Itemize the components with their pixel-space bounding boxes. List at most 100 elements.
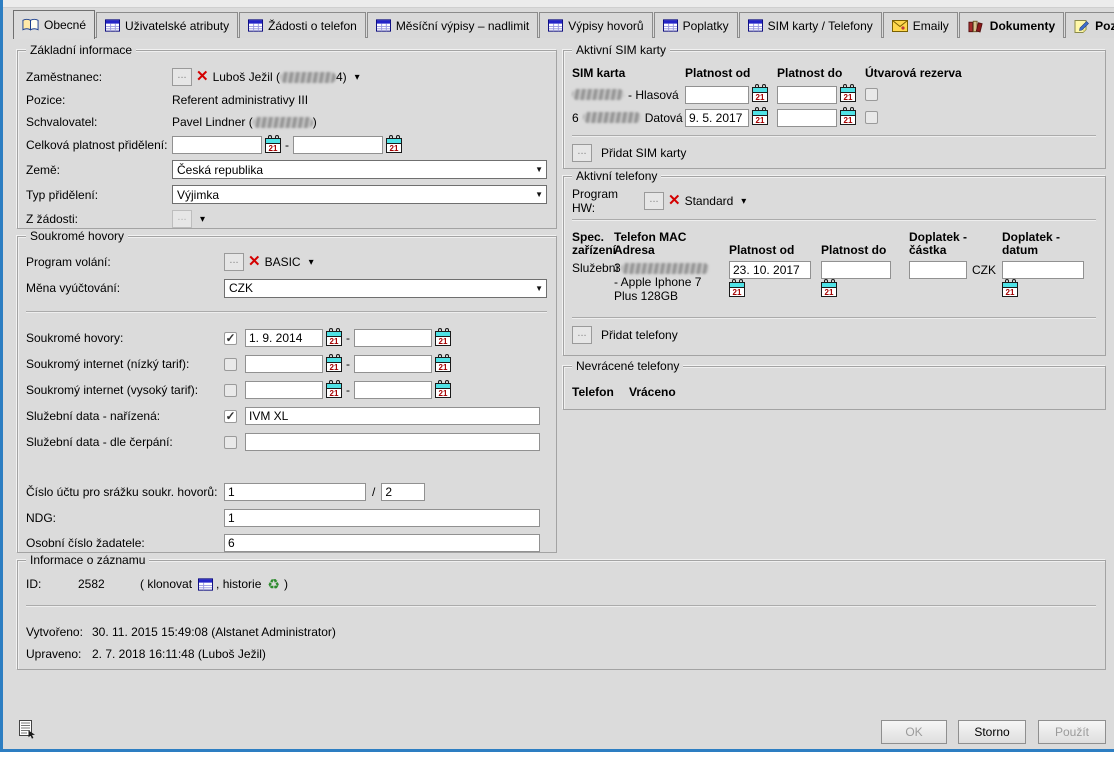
phone-number-prefix: 3 <box>614 261 621 275</box>
data-usage-checkbox[interactable] <box>224 436 237 449</box>
add-sim-button[interactable]: ... <box>572 144 592 162</box>
validity-to-input[interactable] <box>293 136 383 154</box>
ok-button[interactable]: OK <box>881 720 947 744</box>
tab-poznamka[interactable]: Poznámka <box>1065 12 1114 38</box>
tab-emaily[interactable]: Emaily <box>883 12 958 38</box>
private-calls-from-input[interactable] <box>245 329 323 347</box>
remove-employee-icon[interactable]: ✕ <box>196 70 209 84</box>
clone-label[interactable]: ( klonovat <box>140 577 192 591</box>
phone-to-input[interactable] <box>821 261 891 279</box>
private-internet-high-from-input[interactable] <box>245 381 323 399</box>
account-label: Číslo účtu pro srážku soukr. hovorů: <box>26 485 224 499</box>
employee-label: Zaměstnanec: <box>26 70 172 84</box>
tab-label: Měsíční výpisy – nadlimit <box>396 19 529 33</box>
private-calls-label: Soukromé hovory: <box>26 331 224 345</box>
apply-button[interactable]: Použít <box>1038 720 1106 744</box>
calendar-icon[interactable] <box>821 282 837 297</box>
tab-sim-karty-telefony[interactable]: SIM karty / Telefony <box>739 12 882 38</box>
surcharge-date-input[interactable] <box>1002 261 1084 279</box>
calendar-icon[interactable] <box>326 357 342 372</box>
calendar-icon[interactable] <box>386 138 402 153</box>
calendar-icon[interactable] <box>840 110 856 125</box>
tab-zadosti-o-telefon[interactable]: Žádosti o telefon <box>239 12 366 38</box>
calendar-icon[interactable] <box>435 331 451 346</box>
calendar-icon[interactable] <box>752 87 768 102</box>
approver-name: Pavel Lindner ( <box>172 115 253 129</box>
tab-dokumenty[interactable]: Dokumenty <box>959 12 1064 38</box>
sim-to-input[interactable] <box>777 109 837 127</box>
add-phone-label[interactable]: Přidat telefony <box>601 328 678 342</box>
currency-select[interactable]: CZK ▼ <box>224 279 547 298</box>
currency-label: Měna vyúčtování: <box>26 281 224 295</box>
hw-program-dropdown-icon[interactable]: ▾ <box>741 196 746 207</box>
add-sim-label[interactable]: Přidat SIM karty <box>601 146 686 160</box>
calendar-icon[interactable] <box>326 383 342 398</box>
cancel-button[interactable]: Storno <box>958 720 1026 744</box>
calendar-icon[interactable] <box>435 357 451 372</box>
sim-from-input[interactable] <box>685 86 749 104</box>
tab-uzivatelske-atributy[interactable]: Uživatelské atributy <box>96 12 238 38</box>
call-program-browse-button[interactable]: ... <box>224 253 244 271</box>
sim-col-header: Útvarová rezerva <box>865 66 962 80</box>
tab-poplatky[interactable]: Poplatky <box>654 12 738 38</box>
account-number-input[interactable] <box>224 483 366 501</box>
private-internet-low-checkbox[interactable] <box>224 358 237 371</box>
private-internet-low-from-input[interactable] <box>245 355 323 373</box>
private-internet-high-to-input[interactable] <box>354 381 432 399</box>
remove-call-program-icon[interactable]: ✕ <box>248 255 261 269</box>
select-record-icon[interactable] <box>19 720 36 739</box>
calendar-icon[interactable] <box>840 87 856 102</box>
validity-from-input[interactable] <box>172 136 262 154</box>
sim-to-input[interactable] <box>777 86 837 104</box>
sim-col-header: SIM karta <box>572 66 685 80</box>
check-icon: ✓ <box>225 411 235 421</box>
sim-row: - Hlasová <box>572 83 1096 106</box>
redacted-employee-number <box>280 72 336 83</box>
validity-label: Celková platnost přidělení: <box>26 138 172 152</box>
data-mandated-checkbox[interactable]: ✓ <box>224 410 237 423</box>
from-request-dropdown-icon[interactable]: ▾ <box>200 214 205 225</box>
tab-obecne[interactable]: Obecné <box>13 10 95 39</box>
history-label[interactable]: , historie <box>216 577 261 591</box>
calendar-icon[interactable] <box>435 383 451 398</box>
country-select[interactable]: Česká republika ▼ <box>172 160 547 179</box>
top-strip <box>3 0 1114 8</box>
employee-browse-button[interactable]: ... <box>172 68 192 86</box>
data-usage-input[interactable] <box>245 433 540 451</box>
private-calls-to-input[interactable] <box>354 329 432 347</box>
ndg-input[interactable] <box>224 509 540 527</box>
history-icon[interactable]: ♻ <box>267 578 280 591</box>
phone-from-input[interactable] <box>729 261 811 279</box>
check-icon: ✓ <box>225 333 235 343</box>
private-internet-high-checkbox[interactable] <box>224 384 237 397</box>
assignment-type-select[interactable]: Výjimka ▼ <box>172 185 547 204</box>
bank-code-input[interactable] <box>381 483 425 501</box>
updated-label: Upraveno: <box>26 647 92 661</box>
private-calls-checkbox[interactable]: ✓ <box>224 332 237 345</box>
sim-from-input[interactable] <box>685 109 749 127</box>
personal-number-input[interactable] <box>224 534 540 552</box>
tab-mesicni-vypisy-nadlimit[interactable]: Měsíční výpisy – nadlimit <box>367 12 538 38</box>
phone-model-line1: - Apple Iphone 7 <box>614 275 701 289</box>
calendar-icon[interactable] <box>265 138 281 153</box>
employee-dropdown-icon[interactable]: ▾ <box>355 72 360 83</box>
from-request-browse-button[interactable]: ... <box>172 210 192 228</box>
private-internet-low-to-input[interactable] <box>354 355 432 373</box>
calendar-icon[interactable] <box>326 331 342 346</box>
phone-col-header: Spec. zařízení <box>572 231 614 257</box>
calendar-icon[interactable] <box>752 110 768 125</box>
call-program-dropdown-icon[interactable]: ▾ <box>309 257 314 268</box>
calendar-icon[interactable] <box>729 282 745 297</box>
redacted-phone-id <box>621 263 709 274</box>
remove-hw-program-icon[interactable]: ✕ <box>668 194 681 208</box>
tab-vypisy-hovoru[interactable]: Výpisy hovorů <box>539 12 652 38</box>
data-mandated-input[interactable] <box>245 407 540 425</box>
sim-reserve-checkbox[interactable] <box>865 88 878 101</box>
sim-reserve-checkbox[interactable] <box>865 111 878 124</box>
surcharge-amount-input[interactable] <box>909 261 967 279</box>
hw-program-browse-button[interactable]: ... <box>644 192 664 210</box>
ndg-label: NDG: <box>26 511 224 525</box>
add-phone-button[interactable]: ... <box>572 326 592 344</box>
calendar-icon[interactable] <box>1002 282 1018 297</box>
clone-icon[interactable] <box>198 578 213 591</box>
